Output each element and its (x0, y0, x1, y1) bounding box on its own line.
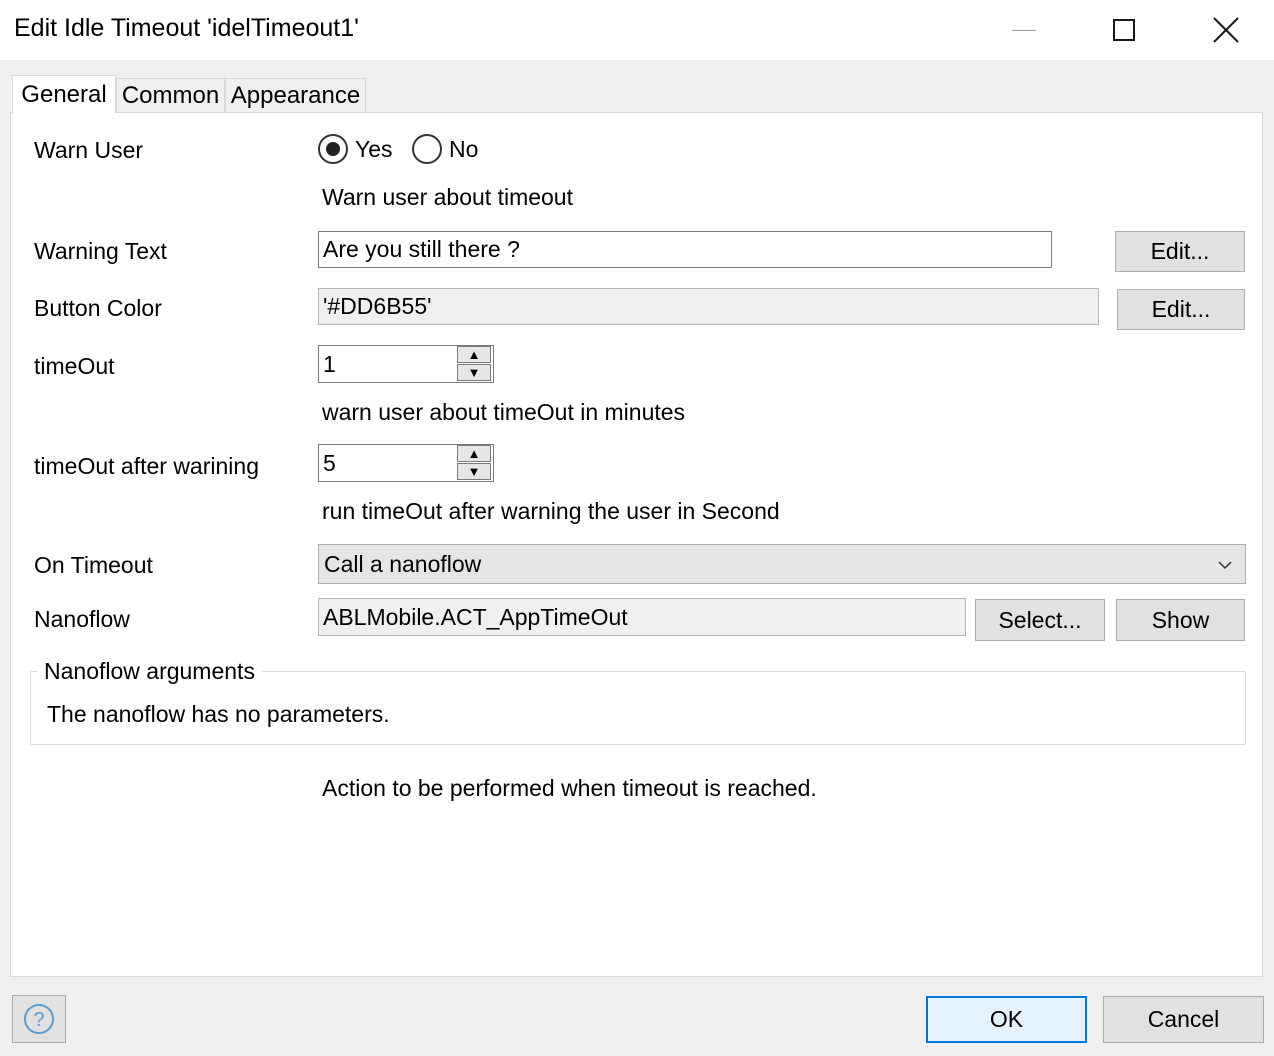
timeout-after-warning-spinner: ▲ ▼ (457, 444, 493, 482)
maximize-icon (1113, 19, 1135, 41)
tab-general[interactable]: General (12, 75, 116, 113)
timeout-after-warning-hint: run timeOut after warning the user in Se… (322, 498, 780, 524)
close-button[interactable] (1176, 0, 1274, 60)
warn-user-yes-label[interactable]: Yes (355, 136, 393, 163)
radio-selected-dot (326, 142, 340, 156)
timeout-after-warning-label: timeOut after warining (34, 453, 259, 479)
nanoflow-arguments-message: The nanoflow has no parameters. (47, 701, 390, 727)
tab-common[interactable]: Common (116, 78, 225, 112)
cancel-button[interactable]: Cancel (1103, 996, 1264, 1043)
window-title: Edit Idle Timeout 'idelTimeout1' (14, 14, 359, 42)
warning-text-edit-button[interactable]: Edit... (1115, 231, 1245, 272)
warning-text-input[interactable]: Are you still there ? (318, 231, 1052, 268)
warn-user-hint: Warn user about timeout (322, 184, 573, 210)
nanoflow-select-button[interactable]: Select... (975, 599, 1105, 641)
timeout-hint: warn user about timeOut in minutes (322, 399, 686, 425)
on-timeout-select[interactable]: Call a nanoflow (318, 544, 1246, 584)
on-timeout-selected-value: Call a nanoflow (324, 550, 482, 577)
help-button[interactable]: ? (12, 995, 66, 1043)
button-color-edit-button[interactable]: Edit... (1117, 289, 1245, 330)
warn-user-no-radio[interactable] (412, 134, 442, 164)
close-icon (1213, 17, 1239, 43)
minimize-button[interactable] (974, 0, 1074, 60)
help-icon: ? (24, 1004, 54, 1034)
spinner-up-icon[interactable]: ▲ (457, 346, 491, 363)
timeout-label: timeOut (34, 353, 115, 379)
svg-text:?: ? (33, 1009, 44, 1031)
spinner-up-icon[interactable]: ▲ (457, 445, 491, 462)
button-color-field: '#DD6B55' (318, 288, 1099, 325)
warning-text-label: Warning Text (34, 238, 167, 264)
on-timeout-label: On Timeout (34, 552, 153, 578)
warn-user-label: Warn User (34, 137, 144, 163)
nanoflow-field: ABLMobile.ACT_AppTimeOut (318, 598, 966, 636)
warn-user-no-label[interactable]: No (449, 136, 478, 163)
nanoflow-show-button[interactable]: Show (1116, 599, 1245, 641)
chevron-down-icon (1218, 561, 1232, 570)
spinner-down-icon[interactable]: ▼ (457, 364, 491, 381)
ok-button[interactable]: OK (926, 996, 1087, 1043)
title-bar: Edit Idle Timeout 'idelTimeout1' (0, 0, 1274, 60)
timeout-spinner: ▲ ▼ (457, 345, 493, 383)
button-color-label: Button Color (34, 295, 162, 321)
nanoflow-arguments-legend: Nanoflow arguments (38, 658, 261, 685)
maximize-button[interactable] (1074, 0, 1174, 60)
tab-appearance[interactable]: Appearance (225, 78, 366, 112)
action-hint: Action to be performed when timeout is r… (322, 775, 817, 801)
minimize-icon (1012, 29, 1036, 31)
nanoflow-label: Nanoflow (34, 606, 130, 632)
spinner-down-icon[interactable]: ▼ (457, 463, 491, 480)
warn-user-yes-radio[interactable] (318, 134, 348, 164)
